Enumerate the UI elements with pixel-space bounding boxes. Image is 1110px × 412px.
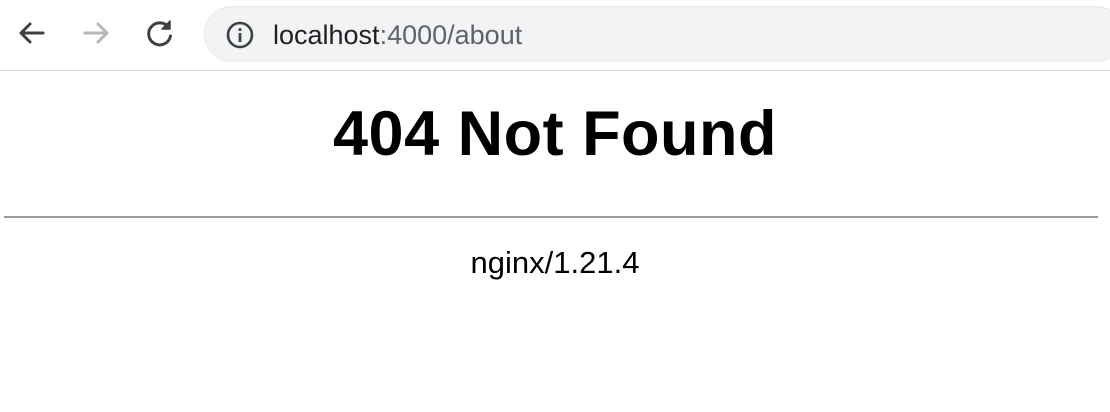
- server-signature: nginx/1.21.4: [470, 245, 640, 280]
- info-icon[interactable]: [225, 20, 255, 50]
- page-title: 404 Not Found: [333, 99, 777, 169]
- url-text[interactable]: localhost:4000/about: [273, 20, 522, 50]
- back-button[interactable]: [10, 11, 54, 55]
- page-content: 404 Not Found nginx/1.21.4: [0, 71, 1110, 412]
- forward-button[interactable]: [74, 11, 118, 55]
- back-arrow-icon: [19, 22, 45, 44]
- url-path: :4000/about: [379, 20, 523, 50]
- url-host: localhost: [273, 20, 380, 50]
- address-bar[interactable]: localhost:4000/about: [204, 6, 1110, 62]
- reload-button[interactable]: [138, 11, 182, 55]
- divider: [4, 216, 1098, 218]
- forward-arrow-icon: [83, 22, 109, 44]
- reload-icon: [147, 20, 172, 47]
- browser-toolbar: localhost:4000/about: [0, 0, 1110, 71]
